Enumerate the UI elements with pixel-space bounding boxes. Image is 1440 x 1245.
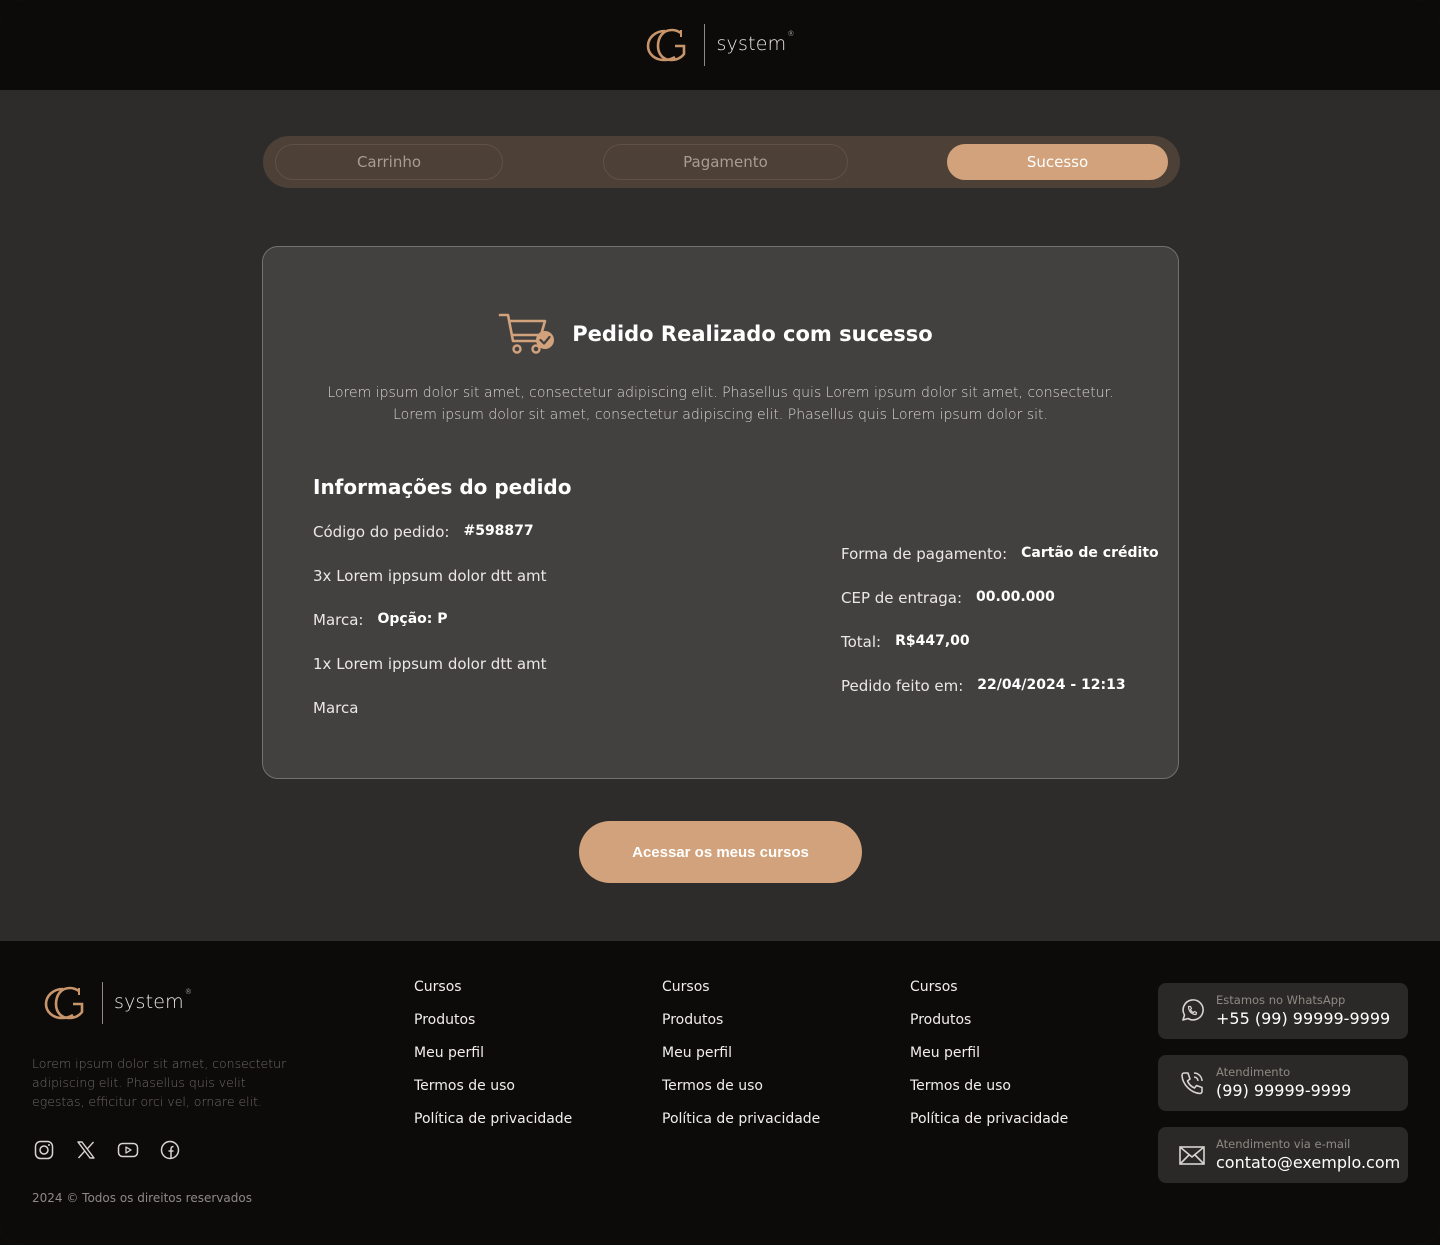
order-brand-row: Marca: Opção: P <box>313 611 547 655</box>
phone-icon <box>1181 1072 1203 1095</box>
total-label: Total: <box>841 633 882 651</box>
order-info-right: Forma de pagamento: Cartão de crédito CE… <box>841 545 1159 721</box>
footer-description: Lorem ipsum dolor sit amet, consectetur … <box>32 1056 287 1109</box>
step-cart[interactable]: Carrinho <box>275 144 503 180</box>
order-code-label: Código do pedido: <box>313 523 450 541</box>
order-info-left: Código do pedido: #598877 3x Lorem ippsu… <box>313 523 547 743</box>
footer-link-meu-perfil[interactable]: Meu perfil <box>662 1045 820 1078</box>
order-success-card: Pedido Realizado com sucesso Lorem ipsum… <box>262 246 1179 779</box>
contact-email[interactable]: Atendimento via e-mail contato@exemplo.c… <box>1158 1127 1408 1183</box>
order-brand-row: Marca <box>313 699 547 743</box>
cart-check-icon <box>498 313 555 354</box>
order-date-label: Pedido feito em: <box>841 677 964 695</box>
total-row: Total: R$447,00 <box>841 633 1159 677</box>
footer-link-termos[interactable]: Termos de uso <box>910 1078 1068 1111</box>
order-item-row: 3x Lorem ippsum dolor dtt amt <box>313 567 547 611</box>
contact-label: Atendimento <box>1216 1065 1291 1079</box>
footer-link-termos[interactable]: Termos de uso <box>662 1078 820 1111</box>
header: system® <box>0 0 1440 90</box>
contact-value: contato@exemplo.com <box>1216 1153 1401 1172</box>
logo-mark-icon <box>44 986 84 1020</box>
whatsapp-icon <box>1182 999 1204 1021</box>
order-item-row: 1x Lorem ippsum dolor dtt amt <box>313 655 547 699</box>
brand-label: Marca <box>313 699 359 717</box>
copyright: 2024 © Todos os direitos reservados <box>32 1191 252 1205</box>
logo-divider <box>704 24 706 66</box>
contact-label: Estamos no WhatsApp <box>1216 993 1346 1007</box>
footer-links-column: Cursos Produtos Meu perfil Termos de uso… <box>414 979 572 1144</box>
brand-value: Opção: P <box>377 611 448 627</box>
cep-value: 00.00.000 <box>976 589 1055 605</box>
logo-wordmark: system® <box>716 29 795 55</box>
logo-divider <box>102 982 103 1024</box>
footer-link-privacidade[interactable]: Política de privacidade <box>910 1111 1068 1144</box>
payment-value: Cartão de crédito <box>1021 545 1159 561</box>
footer-link-produtos[interactable]: Produtos <box>662 1012 820 1045</box>
x-icon[interactable] <box>75 1139 97 1161</box>
contact-whatsapp[interactable]: Estamos no WhatsApp +55 (99) 99999-9999 <box>1158 983 1408 1039</box>
checkout-steps: Carrinho Pagamento Sucesso <box>263 136 1180 188</box>
contact-phone[interactable]: Atendimento (99) 99999-9999 <box>1158 1055 1408 1111</box>
social-links <box>33 1139 181 1161</box>
youtube-icon[interactable] <box>117 1139 139 1161</box>
footer-links-column: Cursos Produtos Meu perfil Termos de uso… <box>662 979 820 1144</box>
contact-value: (99) 99999-9999 <box>1216 1081 1352 1100</box>
logo-mark-icon <box>647 28 686 62</box>
footer-link-produtos[interactable]: Produtos <box>414 1012 572 1045</box>
order-code-value: #598877 <box>463 523 534 539</box>
footer-link-produtos[interactable]: Produtos <box>910 1012 1068 1045</box>
access-courses-button[interactable]: Acessar os meus cursos <box>579 821 862 883</box>
card-lead: Lorem ipsum dolor sit amet, consectetur … <box>263 382 1178 426</box>
brand-logo[interactable]: system® <box>645 24 794 66</box>
mail-icon <box>1179 1146 1205 1165</box>
footer-link-privacidade[interactable]: Política de privacidade <box>414 1111 572 1144</box>
footer-link-meu-perfil[interactable]: Meu perfil <box>910 1045 1068 1078</box>
cep-row: CEP de entraga: 00.00.000 <box>841 589 1159 633</box>
footer-link-cursos[interactable]: Cursos <box>910 979 1068 1012</box>
page: system® Carrinho Pagamento Sucesso Pedid… <box>0 0 1440 1245</box>
order-date-value: 22/04/2024 - 12:13 <box>977 677 1126 693</box>
order-item: 1x Lorem ippsum dolor dtt amt <box>313 655 547 673</box>
instagram-icon[interactable] <box>33 1139 55 1161</box>
footer-link-meu-perfil[interactable]: Meu perfil <box>414 1045 572 1078</box>
footer-logo[interactable]: system® <box>43 982 192 1024</box>
footer-link-cursos[interactable]: Cursos <box>414 979 572 1012</box>
payment-row: Forma de pagamento: Cartão de crédito <box>841 545 1159 589</box>
step-success[interactable]: Sucesso <box>947 144 1168 180</box>
total-value: R$447,00 <box>895 633 970 649</box>
logo-wordmark: system® <box>114 987 193 1013</box>
contact-label: Atendimento via e-mail <box>1216 1137 1351 1151</box>
lead-line: Lorem ipsum dolor sit amet, consectetur … <box>393 407 1048 423</box>
order-date-row: Pedido feito em: 22/04/2024 - 12:13 <box>841 677 1159 721</box>
card-title: Pedido Realizado com sucesso <box>572 322 933 346</box>
order-code-row: Código do pedido: #598877 <box>313 523 547 567</box>
contact-value: +55 (99) 99999-9999 <box>1216 1009 1391 1028</box>
footer-link-privacidade[interactable]: Política de privacidade <box>662 1111 820 1144</box>
footer-link-cursos[interactable]: Cursos <box>662 979 820 1012</box>
card-header: Pedido Realizado com sucesso <box>263 311 1178 357</box>
footer: system® Lorem ipsum dolor sit amet, cons… <box>0 941 1440 1245</box>
lead-line: Lorem ipsum dolor sit amet, consectetur … <box>327 385 1114 401</box>
footer-links-column: Cursos Produtos Meu perfil Termos de uso… <box>910 979 1068 1144</box>
footer-link-termos[interactable]: Termos de uso <box>414 1078 572 1111</box>
cep-label: CEP de entraga: <box>841 589 963 607</box>
order-item: 3x Lorem ippsum dolor dtt amt <box>313 567 547 585</box>
payment-label: Forma de pagamento: <box>841 545 1008 563</box>
facebook-icon[interactable] <box>159 1139 181 1161</box>
brand-label: Marca: <box>313 611 364 629</box>
step-payment[interactable]: Pagamento <box>603 144 848 180</box>
order-info-title: Informações do pedido <box>313 475 572 499</box>
